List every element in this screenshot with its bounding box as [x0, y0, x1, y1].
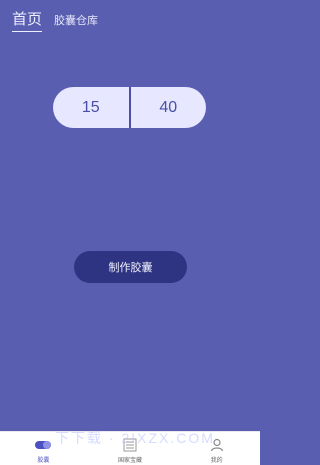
capsule-right-value[interactable]: 40	[131, 87, 207, 128]
nav-label-mine: 我的	[210, 457, 223, 464]
capsule-icon	[33, 436, 53, 454]
top-tab-bar: 首页 胶囊仓库	[12, 8, 98, 32]
nav-item-capsule[interactable]: 胶囊	[8, 432, 78, 464]
treasure-icon	[120, 436, 140, 454]
user-icon	[207, 436, 227, 454]
nav-item-mine[interactable]: 我的	[182, 432, 252, 464]
bottom-nav: 胶囊 国家宝藏 我的	[0, 431, 260, 465]
capsule-left-value[interactable]: 15	[53, 87, 129, 128]
nav-item-treasure[interactable]: 国家宝藏	[95, 432, 165, 464]
tab-capsule-warehouse[interactable]: 胶囊仓库	[54, 12, 98, 32]
tab-home[interactable]: 首页	[12, 8, 43, 32]
nav-label-treasure: 国家宝藏	[117, 457, 142, 464]
capsule-time-picker: 15 40	[53, 87, 206, 128]
nav-label-capsule: 胶囊	[37, 457, 50, 464]
make-capsule-button[interactable]: 制作胶囊	[74, 251, 187, 283]
home-screen: 首页 胶囊仓库 15 40 制作胶囊 胶囊 国家宝藏 我的 下下载 · 2IXZ…	[0, 0, 260, 465]
